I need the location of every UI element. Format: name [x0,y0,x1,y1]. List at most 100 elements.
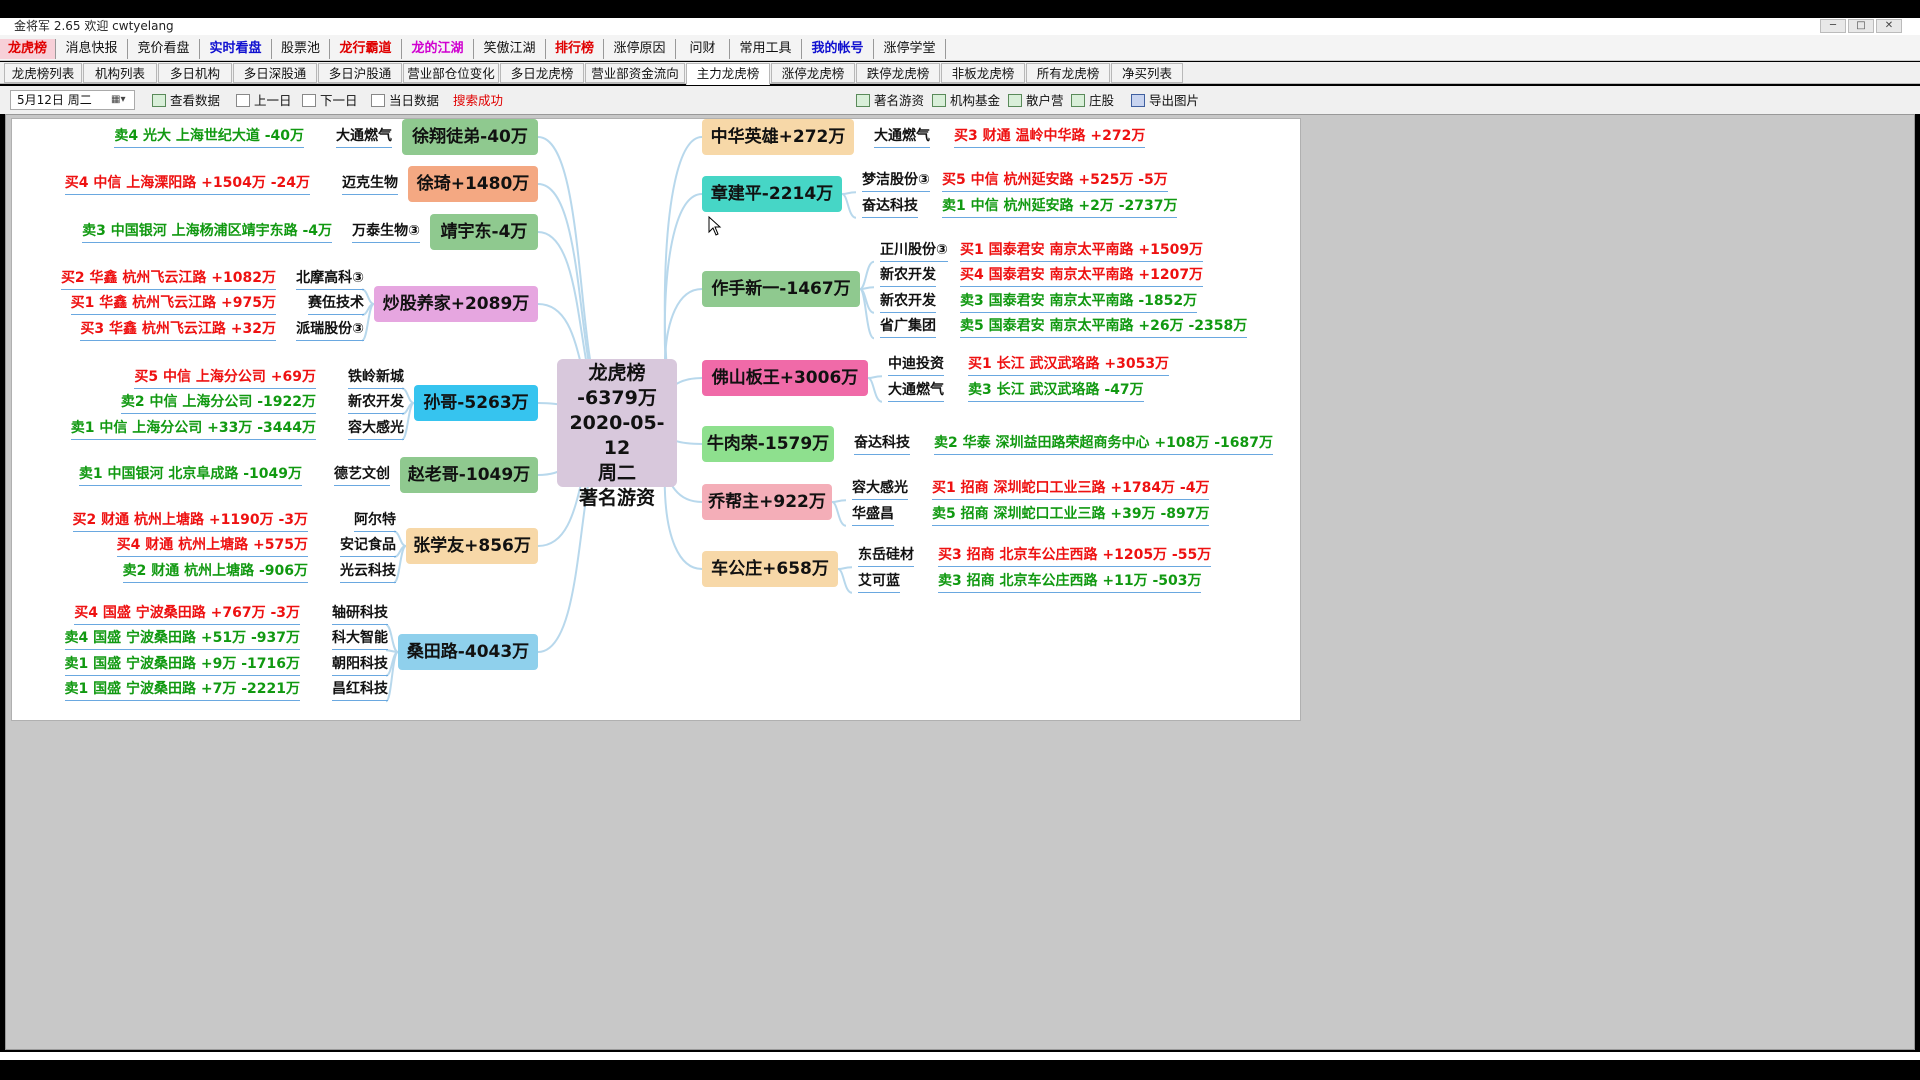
tab[interactable]: 多日深股通 [233,63,317,83]
stock-name[interactable]: 梦洁股份③ [862,169,930,193]
trade-detail: 买4 国盛 宁波桑田路 +767万 -3万 [74,602,300,625]
trader-node-left[interactable]: 赵老哥-1049万 [400,457,538,493]
stock-name[interactable]: 昌红科技 [332,678,388,702]
filter-retail[interactable]: 散户营 [1008,92,1064,110]
filter-institutions[interactable]: 机构基金 [932,92,1000,110]
stock-name[interactable]: 大通燃气 [888,379,944,402]
menu-item[interactable]: 常用工具 [730,39,802,59]
trade-detail: 卖5 国泰君安 南京太平南路 +26万 -2358万 [960,315,1248,339]
stock-name[interactable]: 铁岭新城 [348,366,404,389]
stock-name[interactable]: 新农开发 [348,391,404,414]
stock-name[interactable]: 德艺文创 [334,463,390,486]
stock-name[interactable]: 新农开发 [880,290,936,313]
menu-item[interactable]: 笑傲江湖 [474,39,546,59]
filter-dealer-stocks[interactable]: 庄股 [1071,92,1114,110]
tab[interactable]: 龙虎榜列表 [4,63,82,83]
trader-node-right[interactable]: 中华英雄+272万 [702,119,854,155]
stock-name[interactable]: 光云科技 [340,560,396,583]
stock-name[interactable]: 迈克生物 [342,172,398,195]
trader-node-right[interactable]: 乔帮主+922万 [702,484,832,520]
tab[interactable]: 多日沪股通 [318,63,402,83]
trader-node-right[interactable]: 牛肉荣-1579万 [702,426,834,462]
menu-item[interactable]: 股票池 [272,39,330,59]
tab[interactable]: 营业部资金流向 [585,63,685,83]
filter-label: 散户营 [1026,93,1064,108]
stock-name[interactable]: 阿尔特 [354,509,396,532]
tab[interactable]: 跌停龙虎榜 [856,63,940,83]
stock-name[interactable]: 中迪投资 [888,353,944,377]
date-value: 5月12日 周二 [17,93,92,107]
filter-label: 著名游资 [874,93,925,108]
menu-item[interactable]: 消息快报 [56,39,128,59]
menu-item[interactable]: 我的帐号 [802,39,874,59]
trader-node-left[interactable]: 徐琦+1480万 [408,166,538,202]
close-button[interactable]: ✕ [1876,19,1902,33]
today-data-button[interactable]: 当日数据 [371,92,439,110]
menu-item[interactable]: 龙虎榜 [0,39,56,59]
trader-node-right[interactable]: 作手新一-1467万 [702,271,860,307]
trader-node-right[interactable]: 佛山板王+3006万 [702,360,868,396]
trader-node-left[interactable]: 张学友+856万 [406,528,538,564]
trader-node-left[interactable]: 炒股养家+2089万 [374,286,538,322]
trader-node-left[interactable]: 桑田路-4043万 [398,634,538,670]
menu-item[interactable]: 实时看盘 [200,39,272,59]
stock-name[interactable]: 奋达科技 [862,195,918,218]
trader-node-left[interactable]: 靖宇东-4万 [430,214,538,250]
date-picker[interactable]: 5月12日 周二 ▦▾ [10,90,135,110]
trader-node-right[interactable]: 车公庄+658万 [702,551,838,587]
stock-name[interactable]: 艾可蓝 [858,570,900,593]
stock-name[interactable]: 朝阳科技 [332,653,388,676]
trader-node-left[interactable]: 孙哥-5263万 [414,385,538,421]
view-data-button[interactable]: 查看数据 [152,92,220,110]
tab[interactable]: 涨停龙虎榜 [771,63,855,83]
mouse-cursor-icon [708,216,722,236]
stock-name[interactable]: 奋达科技 [854,432,910,455]
trade-detail: 买1 招商 深圳蛇口工业三路 +1784万 -4万 [932,477,1210,501]
stock-name[interactable]: 安记食品 [340,534,396,557]
stock-name[interactable]: 容大感光 [852,477,908,501]
menu-item[interactable]: 涨停原因 [604,39,676,59]
stock-name[interactable]: 大通燃气 [874,125,930,148]
prev-day-button[interactable]: 上一日 [236,92,292,110]
next-day-button[interactable]: 下一日 [302,92,358,110]
tab[interactable]: 净买列表 [1111,63,1183,83]
calendar-dropdown-icon[interactable]: ▦▾ [111,93,131,107]
stock-name[interactable]: 华盛昌 [852,503,894,526]
stock-name[interactable]: 新农开发 [880,264,936,288]
trader-node-left[interactable]: 徐翔徒弟-40万 [402,119,538,155]
tab[interactable]: 多日龙虎榜 [500,63,584,83]
stock-name[interactable]: 万泰生物③ [352,220,420,243]
menu-item[interactable]: 龙的江湖 [402,39,474,59]
trade-detail: 卖1 中信 杭州延安路 +2万 -2737万 [942,195,1178,218]
tab[interactable]: 机构列表 [83,63,157,83]
stock-name[interactable]: 轴研科技 [332,602,388,625]
connector-line [831,501,847,527]
menu-item[interactable]: 问财 [676,39,730,59]
stock-name[interactable]: 赛伍技术 [308,292,364,315]
trader-node-right[interactable]: 章建平-2214万 [702,176,842,212]
tab[interactable]: 所有龙虎榜 [1026,63,1110,83]
stock-name[interactable]: 科大智能 [332,627,388,651]
stock-name[interactable]: 容大感光 [348,417,404,440]
trade-detail: 卖1 国盛 宁波桑田路 +7万 -2221万 [64,678,300,702]
stock-name[interactable]: 省广集团 [880,315,936,339]
export-image-button[interactable]: 导出图片 [1131,92,1199,110]
minimize-button[interactable]: ─ [1820,19,1846,33]
stock-name[interactable]: 北摩高科③ [296,267,364,290]
stock-name[interactable]: 东岳硅材 [858,544,914,568]
stock-name[interactable]: 大通燃气 [336,125,392,148]
menu-item[interactable]: 涨停学堂 [874,39,946,59]
tab[interactable]: 非板龙虎榜 [941,63,1025,83]
tab[interactable]: 营业部仓位变化 [403,63,499,83]
stock-name[interactable]: 正川股份③ [880,239,948,262]
tab[interactable]: 多日机构 [158,63,232,83]
tab[interactable]: 主力龙虎榜 [686,63,770,85]
menu-item[interactable]: 龙行霸道 [330,39,402,59]
filter-famous-traders[interactable]: 著名游资 [856,92,924,110]
menu-item[interactable]: 竞价看盘 [128,39,200,59]
maximize-button[interactable]: □ [1848,19,1874,33]
trade-detail: 卖3 国泰君安 南京太平南路 -1852万 [960,290,1198,313]
menu-item[interactable]: 排行榜 [546,39,604,59]
stock-name[interactable]: 派瑞股份③ [296,318,364,341]
checkbox-icon [932,94,946,107]
